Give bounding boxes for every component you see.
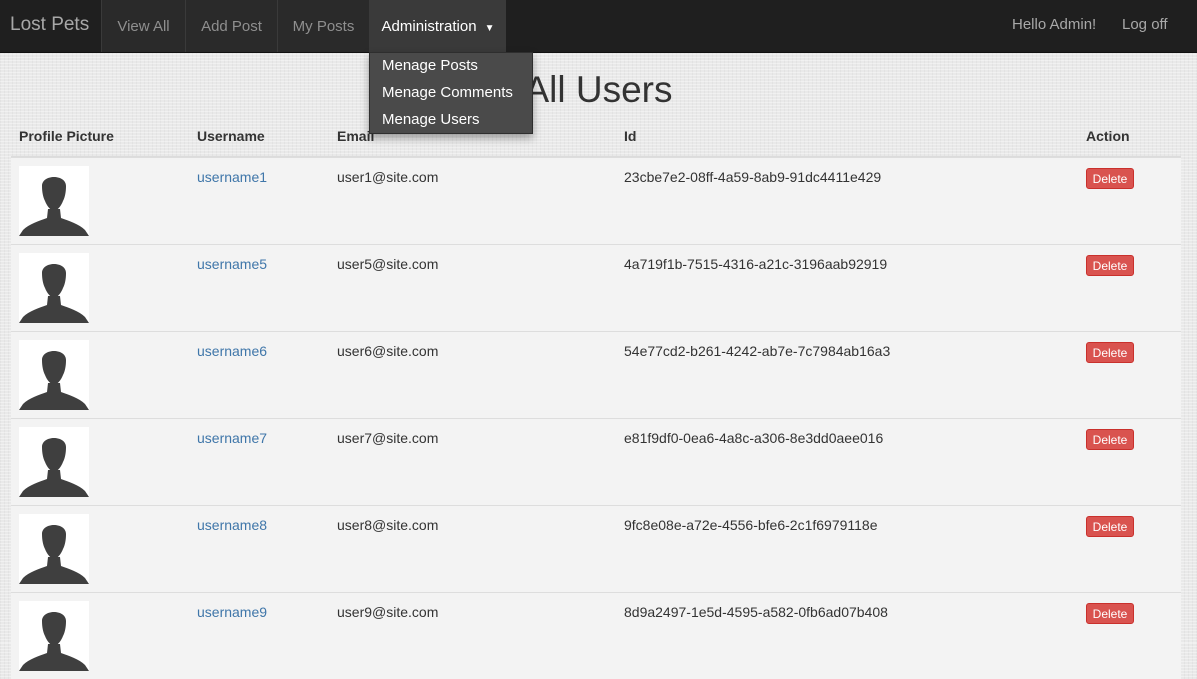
header-action: Action [1086,128,1130,144]
id-cell: 8d9a2497-1e5d-4595-a582-0fb6ad07b408 [624,604,888,620]
user-silhouette-icon [19,166,89,236]
nav-my-posts-label: My Posts [292,18,355,35]
id-cell: 9fc8e08e-a72e-4556-bfe6-2c1f6979118e [624,517,878,533]
username-link[interactable]: username8 [197,517,267,533]
id-cell: e81f9df0-0ea6-4a8c-a306-8e3dd0aee016 [624,430,884,446]
table-row: username8 user8@site.com 9fc8e08e-a72e-455… [11,505,1181,592]
caret-down-icon: ▼ [484,23,495,34]
delete-button[interactable]: Delete [1086,255,1134,276]
nav-administration-label: Administration [381,18,477,35]
nav-view-all[interactable]: View All [101,0,185,52]
user-silhouette-icon [19,514,89,584]
id-cell: 4a719f1b-7515-4316-a21c-3196aab92919 [624,256,888,272]
nav-my-posts[interactable]: My Posts [277,0,369,52]
email-cell: user5@site.com [337,256,439,272]
user-greeting[interactable]: Hello Admin! [1012,0,1096,52]
brand-link[interactable]: Lost Pets [10,14,89,36]
username-link[interactable]: username9 [197,604,267,620]
menu-item-manage-users[interactable]: Menage Users [370,109,532,136]
nav-add-post[interactable]: Add Post [185,0,277,52]
email-cell: user9@site.com [337,604,439,620]
menu-item-manage-comments[interactable]: Menage Comments [370,82,532,109]
user-silhouette-icon [19,601,89,671]
table-row: username6 user6@site.com 54e77cd2-b261-424… [11,331,1181,418]
delete-button[interactable]: Delete [1086,429,1134,450]
header-username: Username [197,128,265,144]
username-link[interactable]: username7 [197,430,267,446]
id-cell: 54e77cd2-b261-4242-ab7e-7c7984ab16a3 [624,343,891,359]
nav-administration[interactable]: Administration ▼ [369,0,506,52]
delete-button[interactable]: Delete [1086,342,1134,363]
delete-button[interactable]: Delete [1086,516,1134,537]
users-table-header: Profile Picture Username Email Id Action [11,128,1181,158]
administration-dropdown-menu: Menage Posts Menage Comments Menage User… [369,52,533,134]
table-row: username5 user5@site.com 4a719f1b-7515-431… [11,244,1181,331]
nav-view-all-label: View All [117,18,170,35]
username-link[interactable]: username5 [197,256,267,272]
top-navbar: Lost Pets View All Add Post My Posts Adm… [0,0,1197,53]
id-cell: 23cbe7e2-08ff-4a59-8ab9-91dc4411e429 [624,169,882,185]
username-link[interactable]: username1 [197,169,267,185]
user-silhouette-icon [19,253,89,323]
nav-add-post-label: Add Post [201,18,262,35]
user-silhouette-icon [19,340,89,410]
table-row: username9 user9@site.com 8d9a2497-1e5d-459… [11,592,1181,679]
email-cell: user1@site.com [337,169,439,185]
delete-button[interactable]: Delete [1086,603,1134,624]
header-profile-picture: Profile Picture [19,128,114,144]
username-link[interactable]: username6 [197,343,267,359]
header-id: Id [624,128,637,144]
email-cell: user7@site.com [337,430,439,446]
delete-button[interactable]: Delete [1086,168,1134,189]
page-title: All Users [524,69,673,110]
email-cell: user6@site.com [337,343,439,359]
menu-item-manage-posts[interactable]: Menage Posts [370,55,532,82]
table-row: username1 user1@site.com 23cbe7e2-08ff-4a5… [11,157,1181,244]
email-cell: user8@site.com [337,517,439,533]
table-row: username7 user7@site.com e81f9df0-0ea6-4a8… [11,418,1181,505]
logoff-link[interactable]: Log off [1122,0,1168,52]
user-silhouette-icon [19,427,89,497]
